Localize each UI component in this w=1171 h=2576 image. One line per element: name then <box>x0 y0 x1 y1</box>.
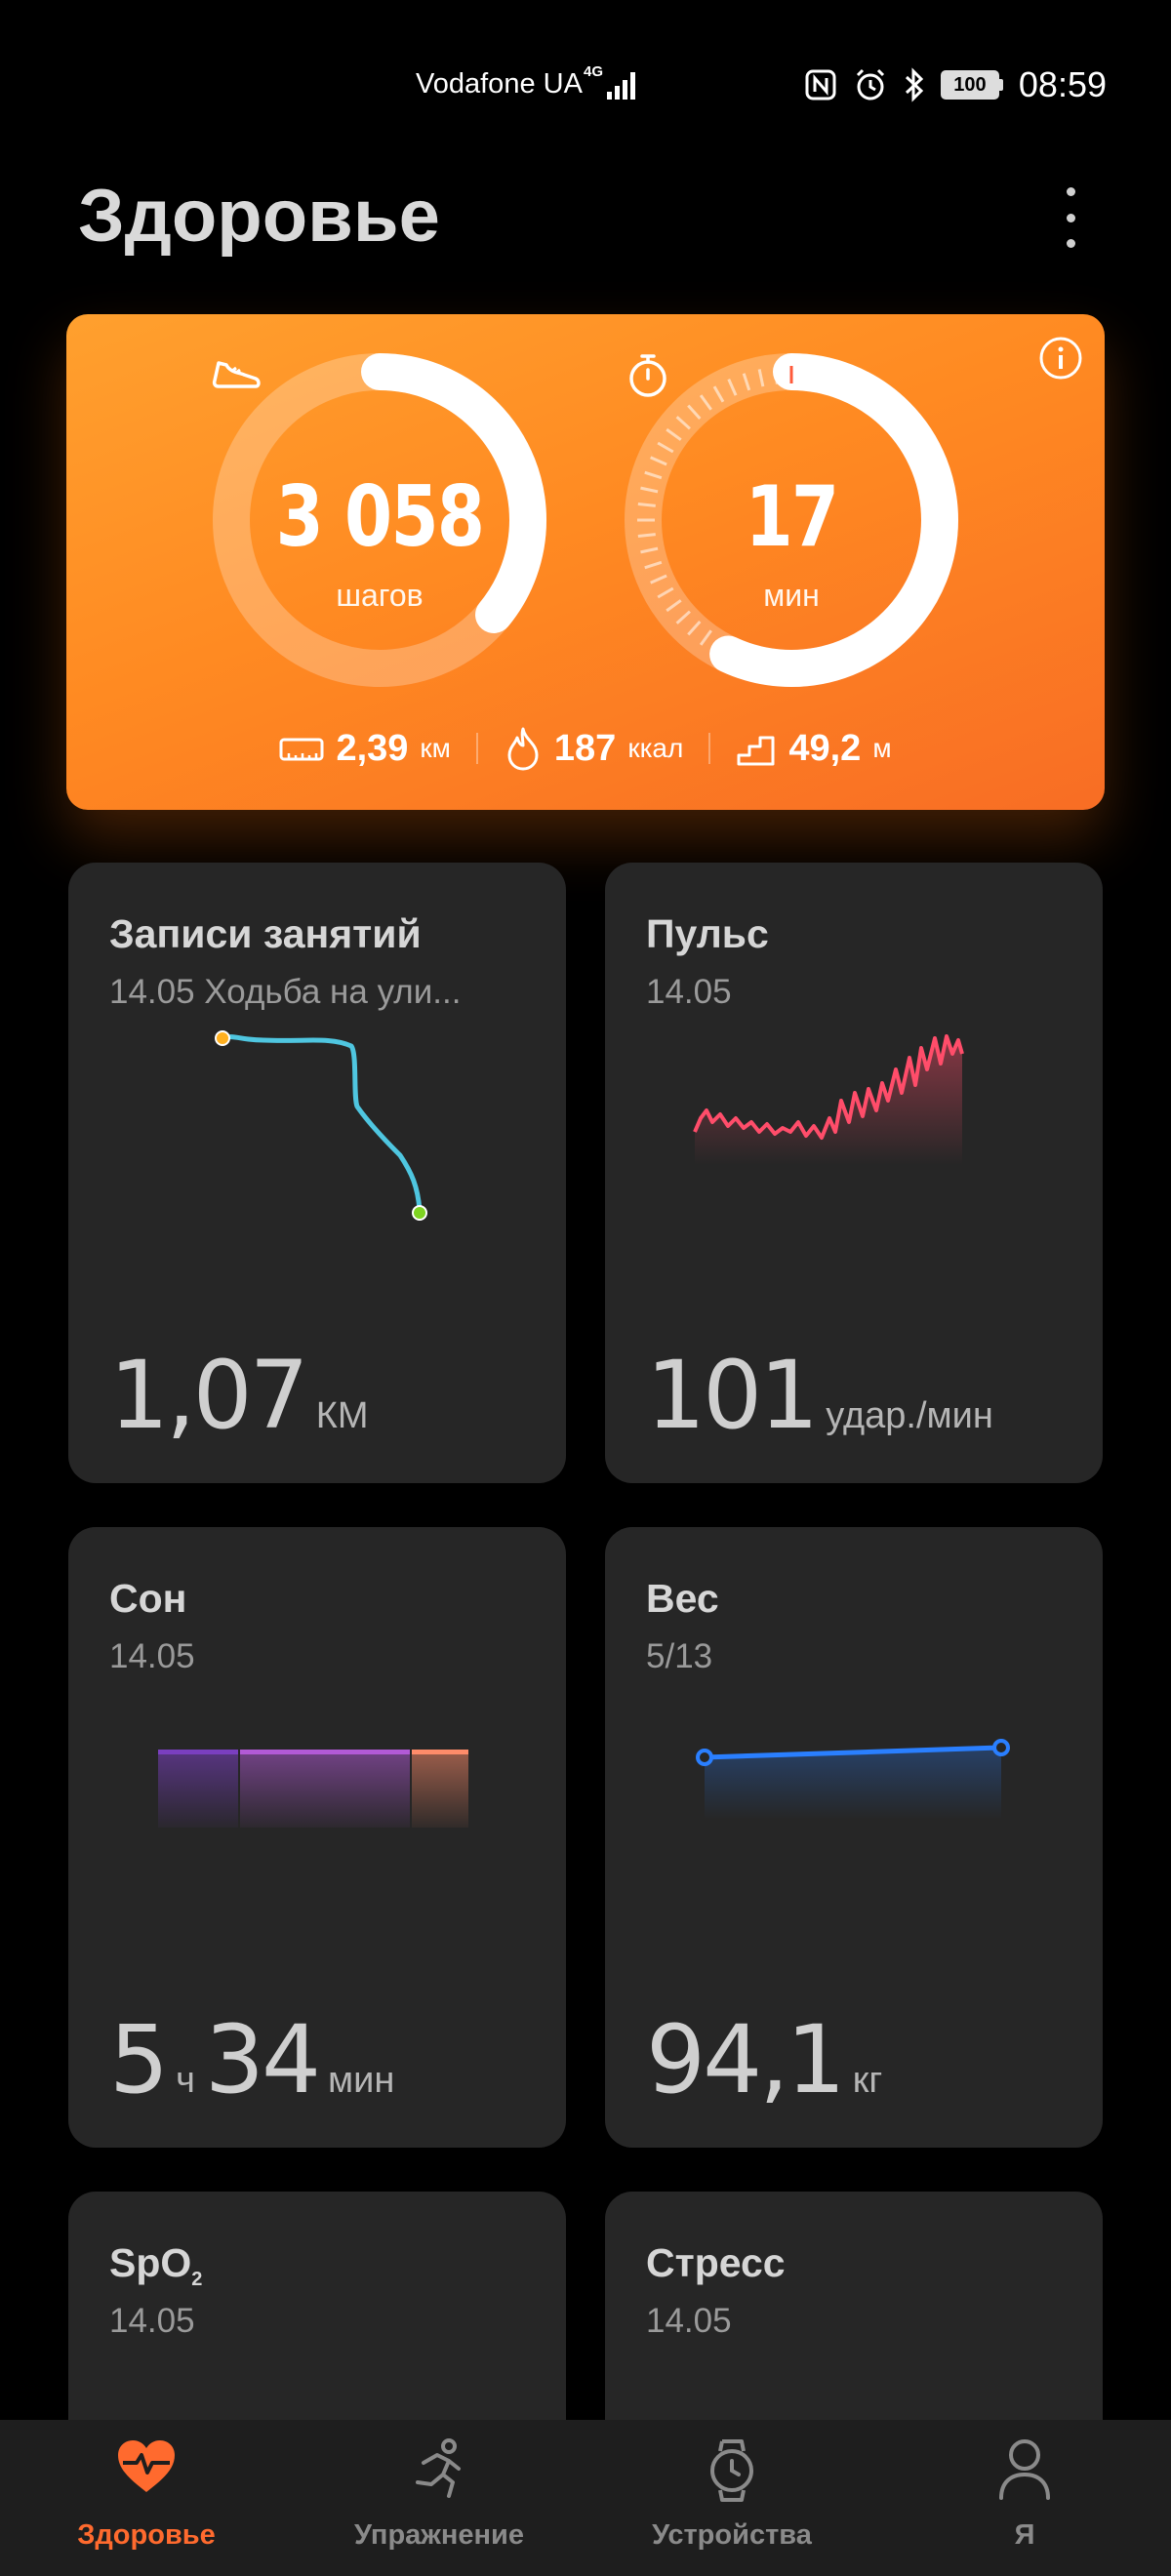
steps-unit: шагов <box>336 578 424 613</box>
page-title: Здоровье <box>78 175 440 258</box>
workouts-value-row: 1,07 КМ <box>109 1341 369 1450</box>
pulse-value-row: 101 удар./мин <box>646 1341 993 1450</box>
sleep-card[interactable]: Сон 14.05 5 ч 34 мин <box>68 1527 566 2148</box>
calories-value: 187 <box>553 727 617 769</box>
floors-value: 49,2 <box>788 727 862 769</box>
workouts-value: 1,07 <box>109 1341 309 1450</box>
nav-health-label: Здоровье <box>77 2519 216 2551</box>
watch-icon <box>710 2439 753 2502</box>
nav-exercise[interactable]: Упражнение <box>293 2420 586 2576</box>
ruler-icon <box>279 738 324 761</box>
sleep-minutes: 34 <box>204 2005 321 2114</box>
sleep-chart <box>158 1750 468 1828</box>
sleep-hours-unit: ч <box>176 2060 195 2101</box>
heart-pulse-icon <box>118 2440 175 2492</box>
weight-value-row: 94,1 кг <box>646 2005 882 2114</box>
pulse-value: 101 <box>646 1341 819 1450</box>
weight-chart <box>696 1739 1010 1820</box>
active-minutes-ring[interactable]: 17 мин <box>623 351 960 689</box>
spo2-subtitle: 14.05 <box>109 2302 195 2340</box>
calories-stat: 187 ккал <box>504 726 683 771</box>
pulse-chart <box>693 1034 964 1165</box>
sleep-hours: 5 <box>109 2005 169 2114</box>
clock: 08:59 <box>1018 64 1107 104</box>
stress-title: Стресс <box>646 2240 786 2285</box>
signal-icon <box>607 72 635 100</box>
minute-tick <box>773 366 779 384</box>
nav-health[interactable]: Здоровье <box>0 2420 293 2576</box>
status-bar: Vodafone UA 4G 100 08:59 <box>0 0 1171 176</box>
workouts-unit: КМ <box>315 1395 369 1436</box>
sleep-minutes-unit: мин <box>328 2060 395 2101</box>
pulse-card[interactable]: Пульс 14.05 101 удар./мин <box>605 863 1103 1483</box>
weight-value: 94,1 <box>646 2005 846 2114</box>
network-type: 4G <box>584 63 604 80</box>
battery-icon: 100 <box>940 70 1003 100</box>
weight-card[interactable]: Вес 5/13 94,1 кг <box>605 1527 1103 2148</box>
battery-level: 100 <box>940 70 999 100</box>
flame-icon <box>507 727 539 771</box>
info-icon[interactable] <box>1038 336 1083 381</box>
distance-stat: 2,39 км <box>279 727 451 770</box>
activity-stats: 2,39 км 187 ккал 49,2 м <box>66 726 1105 771</box>
calories-unit: ккал <box>627 733 684 763</box>
pulse-unit: удар./мин <box>826 1395 993 1436</box>
minutes-unit: мин <box>763 578 820 613</box>
distance-value: 2,39 <box>336 727 409 769</box>
nfc-icon <box>805 69 836 101</box>
weight-unit: кг <box>852 2060 883 2101</box>
steps-ring[interactable]: 3 058 шагов <box>211 351 548 689</box>
shoe-icon <box>212 361 261 388</box>
nav-me-label: Я <box>1014 2519 1035 2551</box>
distance-unit: км <box>420 733 451 763</box>
stairs-icon <box>737 736 775 766</box>
activity-card[interactable]: 3 058 шагов 17 мин 2,39 км 187 ккал 49,2… <box>66 314 1105 810</box>
spo2-title: SpO2 <box>109 2240 203 2291</box>
bottom-navigation: Здоровье Упражнение Устройства Я <box>0 2420 1171 2576</box>
bluetooth-icon <box>905 67 924 102</box>
alarm-icon <box>856 68 884 101</box>
more-menu-icon[interactable] <box>1056 183 1085 252</box>
nav-devices[interactable]: Устройства <box>586 2420 878 2576</box>
workouts-card[interactable]: Записи занятий 14.05 Ходьба на ули... 1,… <box>68 863 566 1483</box>
sleep-value-row: 5 ч 34 мин <box>109 2005 394 2114</box>
route-map <box>215 1030 427 1221</box>
steps-value: 3 058 <box>275 468 485 566</box>
stopwatch-icon <box>629 354 666 397</box>
stress-subtitle: 14.05 <box>646 2302 732 2340</box>
floors-stat: 49,2 м <box>736 727 892 770</box>
floors-unit: м <box>872 733 892 763</box>
nav-exercise-label: Упражнение <box>354 2519 524 2551</box>
minutes-value: 17 <box>745 468 840 566</box>
nav-me[interactable]: Я <box>878 2420 1171 2576</box>
running-icon <box>416 2438 461 2498</box>
nav-devices-label: Устройства <box>652 2519 812 2551</box>
person-icon <box>999 2439 1050 2500</box>
carrier-name: Vodafone UA <box>416 68 583 100</box>
